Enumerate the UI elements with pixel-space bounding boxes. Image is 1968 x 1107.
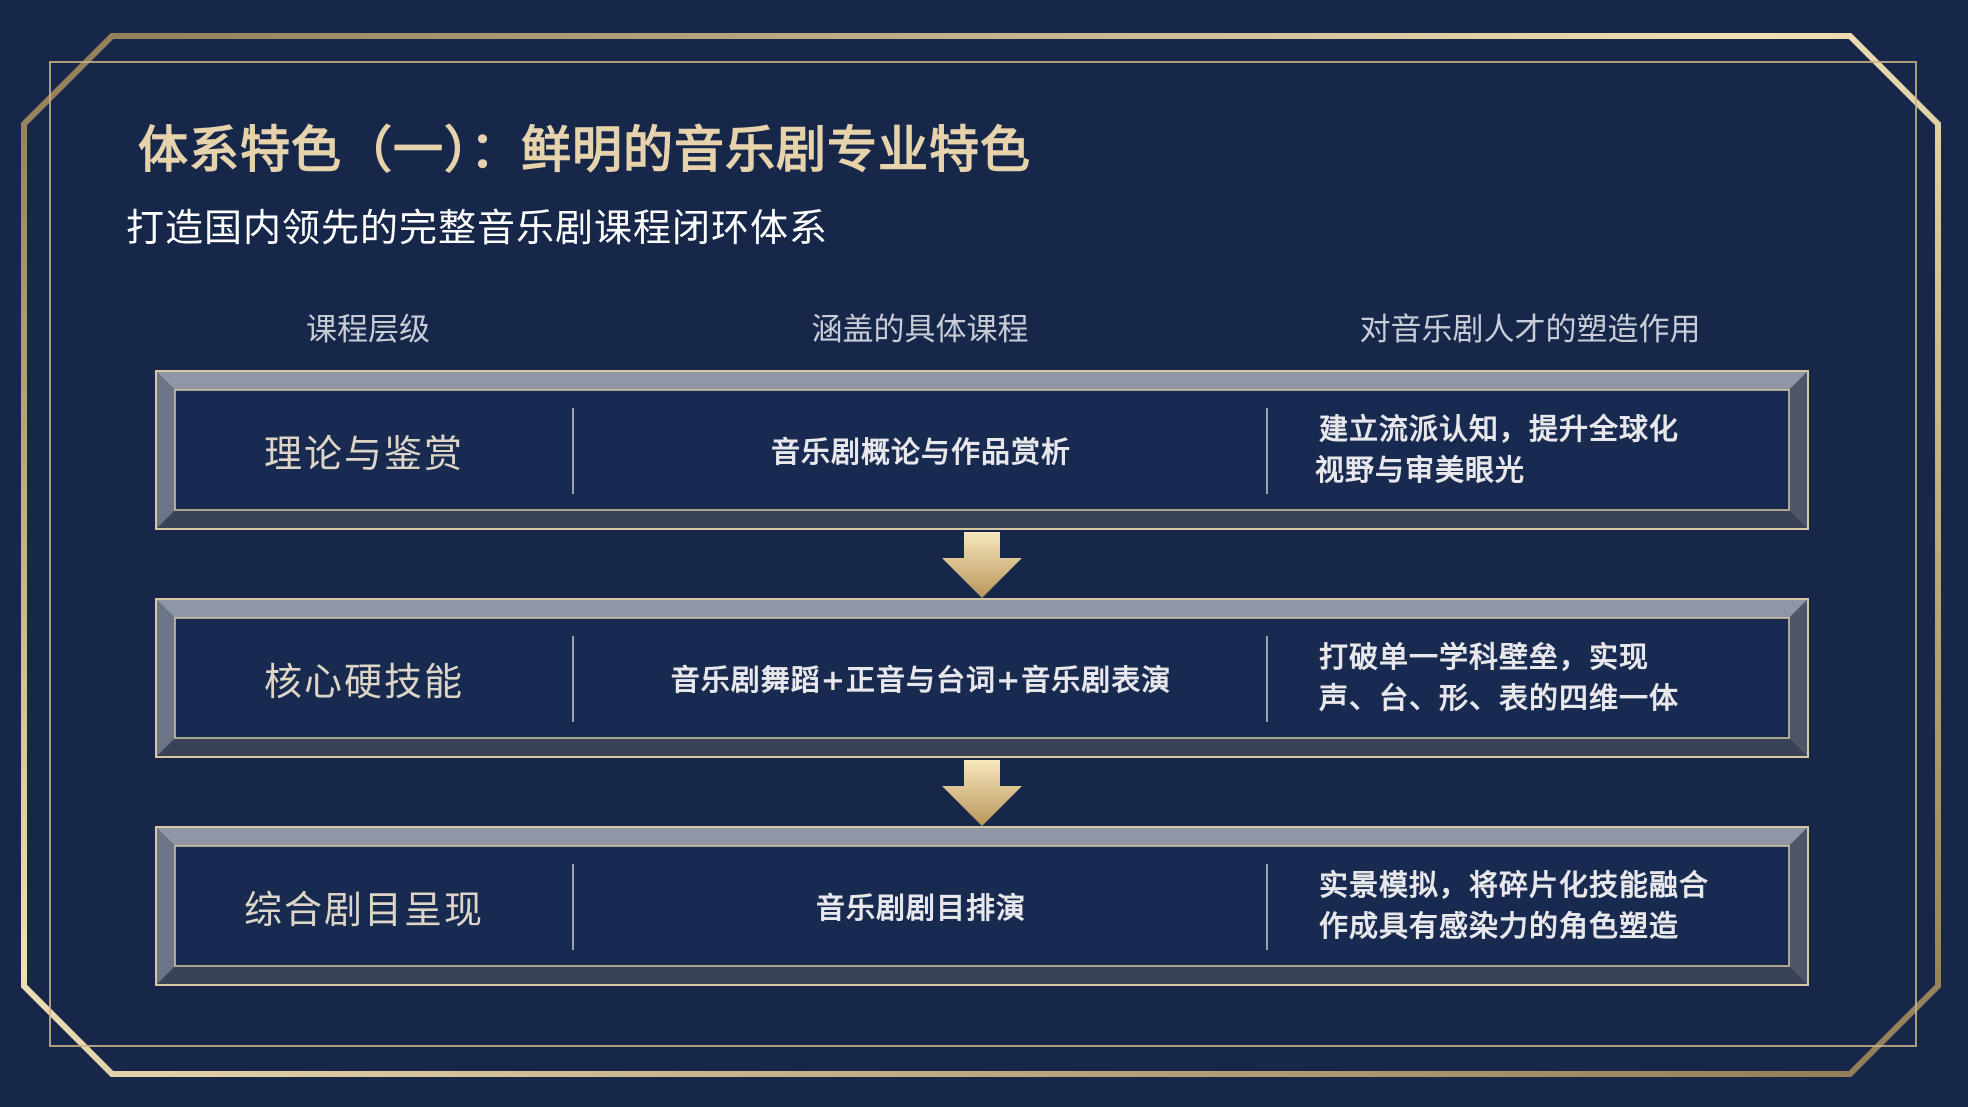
page-subtitle: 打造国内领先的完整音乐剧课程闭环体系	[126, 206, 829, 250]
arrow-down-icon	[942, 760, 1022, 826]
row-effect-line: 打破单一学科壁垒，实现	[1319, 640, 1650, 674]
row-course-label: 音乐剧舞蹈+正音与台词+音乐剧表演	[670, 663, 1172, 697]
row-effect-line: 实景模拟，将碎片化技能融合	[1319, 868, 1710, 902]
page-title: 体系特色（一）：鲜明的音乐剧专业特色	[138, 120, 1031, 179]
arrow-down-icon	[942, 532, 1022, 598]
row-effect-line: 作成具有感染力的角色塑造	[1319, 909, 1680, 943]
row-effect-text: 建立流派认知，提升全球化 视野与审美眼光	[1315, 370, 1779, 530]
row-divider	[1266, 636, 1268, 722]
column-header-level: 课程层级	[306, 312, 430, 348]
row-effect-line: 建立流派认知，提升全球化	[1319, 412, 1680, 446]
row-level-label: 综合剧目呈现	[243, 887, 484, 932]
row-divider	[1266, 408, 1268, 494]
row-effect-text: 打破单一学科壁垒，实现 声、台、形、表的四维一体	[1319, 598, 1779, 758]
row-divider	[572, 636, 574, 722]
row-divider	[572, 864, 574, 950]
table-row: 综合剧目呈现 音乐剧剧目排演 实景模拟，将碎片化技能融合 作成具有感染力的角色塑…	[155, 826, 1809, 986]
row-effect-line: 视野与审美眼光	[1315, 453, 1526, 487]
column-header-effect: 对音乐剧人才的塑造作用	[1359, 312, 1701, 348]
row-level-label: 理论与鉴赏	[263, 431, 464, 476]
row-course-label: 音乐剧概论与作品赏析	[770, 435, 1071, 469]
row-divider	[572, 408, 574, 494]
row-effect-text: 实景模拟，将碎片化技能融合 作成具有感染力的角色塑造	[1319, 826, 1779, 986]
table-row: 理论与鉴赏 音乐剧概论与作品赏析 建立流派认知，提升全球化 视野与审美眼光	[155, 370, 1809, 530]
row-effect-line: 声、台、形、表的四维一体	[1319, 681, 1680, 715]
column-header-course: 涵盖的具体课程	[811, 312, 1029, 348]
row-level-label: 核心硬技能	[263, 659, 464, 704]
table-row: 核心硬技能 音乐剧舞蹈+正音与台词+音乐剧表演 打破单一学科壁垒，实现 声、台、…	[155, 598, 1809, 758]
row-divider	[1266, 864, 1268, 950]
row-course-label: 音乐剧剧目排演	[815, 891, 1026, 925]
